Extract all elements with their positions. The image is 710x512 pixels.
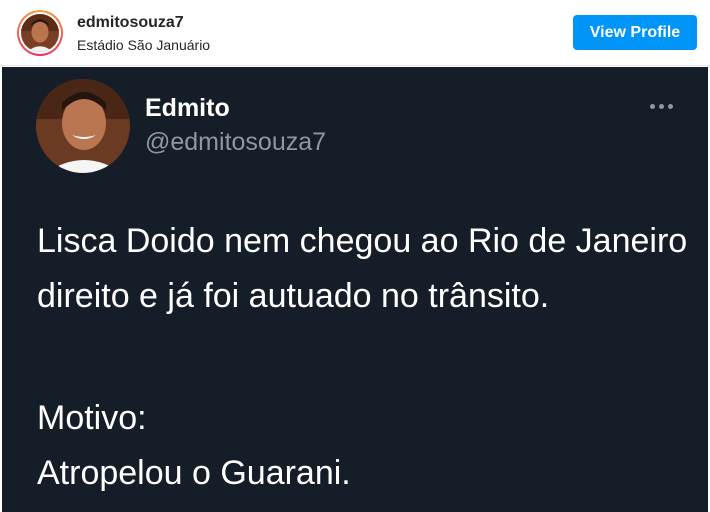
- more-options-icon[interactable]: [647, 100, 675, 112]
- view-profile-button[interactable]: View Profile: [573, 15, 697, 50]
- tweet-handle[interactable]: @edmitosouza7: [145, 128, 326, 157]
- tweet-text-line-motivo: Motivo:: [37, 399, 147, 437]
- tweet-text-paragraph: Lisca Doido nem chegou ao Rio de Janeiro…: [37, 222, 688, 315]
- header-location[interactable]: Estádio São Januário: [77, 37, 210, 53]
- post-header: edmitosouza7 Estádio São Januário View P…: [0, 0, 710, 66]
- tweet-card: Edmito @edmitosouza7 Lisca Doido nem che…: [2, 67, 708, 512]
- header-avatar-inner: [19, 12, 61, 54]
- tweet-text-second-paragraph: Motivo: Atropelou o Guarani.: [37, 391, 697, 501]
- tweet-avatar: [36, 79, 130, 173]
- header-username[interactable]: edmitosouza7: [77, 14, 184, 32]
- header-avatar[interactable]: [17, 10, 63, 56]
- tweet-text-line-atropelou: Atropelou o Guarani.: [37, 454, 351, 492]
- tweet-display-name[interactable]: Edmito: [145, 94, 230, 123]
- avatar-image: [21, 14, 59, 52]
